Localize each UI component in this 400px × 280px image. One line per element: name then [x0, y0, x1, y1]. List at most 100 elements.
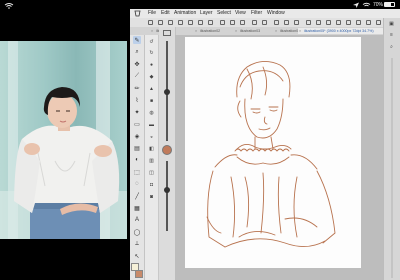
menu-layer[interactable]: Layer [200, 10, 213, 16]
sub-tool-figure[interactable]: ◫ [148, 169, 155, 176]
sub-tool-gradient[interactable]: ▥ [148, 157, 155, 164]
save-icon[interactable] [178, 20, 183, 25]
color-swatches [130, 262, 144, 280]
ruler-icon[interactable] [316, 20, 321, 25]
settings-icon[interactable] [376, 20, 381, 25]
tab-illustration02[interactable]: × illustration02 [194, 28, 234, 34]
search-icon[interactable]: ⌕ [388, 44, 395, 50]
opacity-slider[interactable] [166, 161, 168, 231]
panel-scrollbar[interactable] [391, 58, 393, 278]
camera-icon[interactable]: ▣ [388, 21, 395, 27]
gradient-tool-icon[interactable]: ▤ [133, 144, 141, 152]
close-icon[interactable]: × [275, 28, 277, 34]
select-tool-icon[interactable]: ⬚ [133, 168, 141, 176]
invert-selection-icon[interactable] [294, 20, 299, 25]
undo-icon[interactable]: ↺ [148, 38, 155, 45]
figure-tool-icon[interactable]: ╱ [133, 192, 141, 200]
grid-icon[interactable] [336, 20, 341, 25]
copy-icon[interactable] [198, 20, 203, 25]
eyedropper-tool-icon[interactable]: ⟋ [133, 72, 141, 80]
sub-color-swatch[interactable] [135, 270, 143, 278]
opacity-knob[interactable] [164, 187, 170, 193]
sub-tool-airbrush[interactable]: ◍ [148, 109, 155, 116]
sub-tool-brush[interactable]: ■ [148, 97, 155, 104]
battery-percentage: 70% [373, 2, 384, 8]
brush-slider-column [159, 27, 176, 280]
clear-icon[interactable] [230, 20, 235, 25]
menu-file[interactable]: File [148, 10, 156, 16]
canvas-area[interactable] [175, 35, 383, 280]
new-file-icon[interactable] [158, 20, 163, 25]
flip-icon[interactable] [306, 20, 311, 25]
deselect-icon[interactable] [284, 20, 289, 25]
sub-tool-pen[interactable]: ● [148, 61, 155, 68]
open-file-icon[interactable] [168, 20, 173, 25]
lasso-tool-icon[interactable]: ◌ [133, 180, 141, 188]
tab-illustration03[interactable]: × illustration03 [234, 28, 274, 34]
battery-icon [384, 2, 395, 7]
snap-icon[interactable] [326, 20, 331, 25]
menu-window[interactable]: Window [267, 10, 285, 16]
history-icon[interactable] [366, 20, 371, 25]
close-icon[interactable]: × [299, 28, 301, 34]
tab-illustration04[interactable]: ×illustration04 [274, 28, 298, 34]
paste-icon[interactable] [208, 20, 213, 25]
cut-icon[interactable] [220, 20, 225, 25]
sub-tool-select[interactable]: ◙ [148, 193, 155, 200]
canvas-paper[interactable] [185, 37, 361, 268]
frame-tool-icon[interactable]: ▦ [133, 204, 141, 212]
transform-icon[interactable] [274, 20, 279, 25]
tab-label: illustration04 [280, 29, 298, 33]
close-icon[interactable]: × [151, 28, 153, 34]
zoom-tool-icon[interactable]: ⌕ [133, 48, 141, 56]
sub-tool-text[interactable]: ◘ [148, 181, 155, 188]
sub-tool-pencil[interactable]: ▲ [148, 85, 155, 92]
fill-layer-icon[interactable] [240, 20, 245, 25]
close-icon[interactable]: × [235, 28, 237, 34]
ruler-tool-icon[interactable]: ⟂ [133, 240, 141, 248]
menu-edit[interactable]: Edit [161, 10, 170, 16]
pen-tool-icon[interactable]: ✎ [133, 36, 141, 44]
gear-icon[interactable] [188, 20, 193, 25]
location-icon [353, 2, 359, 8]
close-icon[interactable]: × [195, 28, 197, 34]
brush-size-knob[interactable] [164, 89, 170, 95]
tab-illustration05-active[interactable]: × illustration05* (3900 x 4000px 72dpi 34… [298, 28, 394, 34]
layer-panel-icon[interactable]: ≡ [388, 32, 395, 38]
photo-subject [14, 87, 120, 239]
menu-filter[interactable]: Filter [251, 10, 262, 16]
redo-icon[interactable] [262, 20, 267, 25]
move-tool-icon[interactable]: ✥ [133, 60, 141, 68]
layer-icon[interactable] [346, 20, 351, 25]
sub-tool-fill[interactable]: ◧ [148, 145, 155, 152]
fill-tool-icon[interactable]: ◈ [133, 132, 141, 140]
tab-label: illustration03 [240, 29, 261, 33]
sub-tool-eraser[interactable]: ▬ [148, 121, 155, 128]
eraser-tool-icon[interactable]: ▭ [133, 120, 141, 128]
blend-tool-icon[interactable]: ◐ [133, 156, 141, 164]
wifi-icon [4, 3, 14, 9]
brush-size-box-icon[interactable] [163, 30, 171, 36]
tab-label: illustration02 [200, 29, 221, 33]
balloon-tool-icon[interactable]: ◯ [133, 228, 141, 236]
menu-view[interactable]: View [235, 10, 246, 16]
brush-tool-icon[interactable]: ⌇ [133, 96, 141, 104]
menu-animation[interactable]: Animation [174, 10, 196, 16]
color-icon[interactable] [356, 20, 361, 25]
reference-photo [0, 41, 127, 239]
brush-color-dot[interactable] [162, 145, 172, 155]
home-icon[interactable] [148, 20, 153, 25]
tab-label: illustration05* (3900 x 4000px 72dpi 34.… [304, 29, 374, 33]
undo-icon[interactable] [252, 20, 257, 25]
tool-palette: ✎ ⌕ ✥ ⟋ ✏ ⌇ ✦ ▭ ◈ ▤ ◐ ⬚ ◌ ╱ ▦ A ◯ ⟂ ↖ [130, 35, 145, 280]
wifi-signal-icon [362, 2, 371, 7]
sub-tool-marker[interactable]: ◆ [148, 73, 155, 80]
pencil-tool-icon[interactable]: ✏ [133, 84, 141, 92]
redo-icon[interactable]: ↻ [148, 49, 155, 56]
app-logo-icon[interactable] [134, 10, 141, 17]
menu-select[interactable]: Select [217, 10, 231, 16]
operation-tool-icon[interactable]: ↖ [133, 252, 141, 260]
airbrush-tool-icon[interactable]: ✦ [133, 108, 141, 116]
sub-tool-blend[interactable]: ◒ [148, 133, 155, 140]
text-tool-icon[interactable]: A [133, 216, 141, 224]
